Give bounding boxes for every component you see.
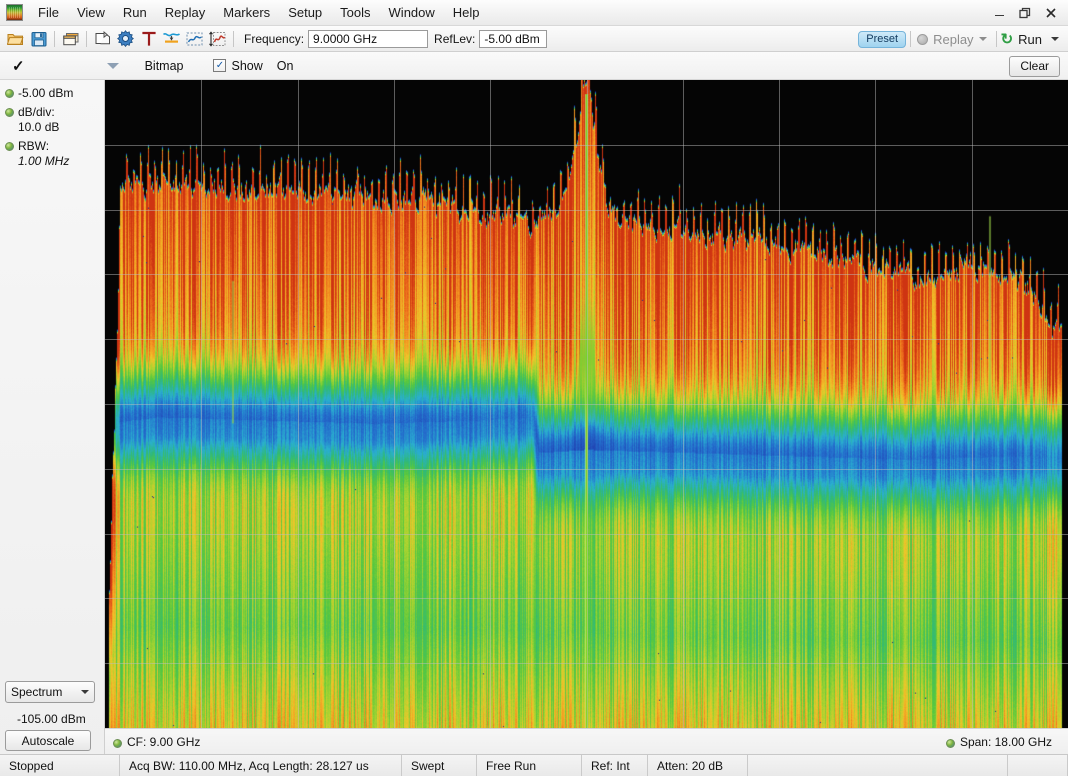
frequency-label: Frequency: (244, 32, 304, 46)
rbw-label: RBW: (18, 139, 49, 153)
plot-footer: CF: 9.00 GHz Span: 18.00 GHz (105, 728, 1068, 754)
span-label: Span: 18.00 GHz (960, 735, 1052, 749)
menu-item-tools[interactable]: Tools (331, 2, 379, 24)
status-spare-right (1008, 755, 1068, 776)
toolbar-separator (996, 31, 997, 47)
rbw-value: 1.00 MHz (18, 154, 69, 168)
menu-item-replay[interactable]: Replay (156, 2, 214, 24)
status-reference: Ref: Int (582, 755, 648, 776)
restore-button[interactable] (1012, 2, 1038, 24)
spectrogram-canvas[interactable] (105, 80, 1068, 728)
min-level-label: -105.00 dBm (17, 712, 100, 726)
text-marker-icon[interactable] (138, 28, 159, 49)
status-bar: Stopped Acq BW: 110.00 MHz, Acq Length: … (0, 754, 1068, 776)
status-run-state: Stopped (0, 755, 120, 776)
status-attenuation: Atten: 20 dB (648, 755, 748, 776)
save-disk-icon[interactable] (28, 28, 49, 49)
status-sweep-mode: Swept (402, 755, 477, 776)
frequency-input[interactable] (308, 30, 428, 48)
marker-bullet-icon (5, 142, 14, 151)
marker-bullet-icon (946, 739, 955, 748)
chevron-down-icon (81, 690, 89, 694)
span-readout[interactable]: Span: 18.00 GHz (946, 735, 1052, 749)
replay-control[interactable]: Replay (917, 32, 973, 47)
toolbar-separator (910, 31, 911, 47)
rbw-row[interactable]: RBW: 1.00 MHz (0, 137, 104, 171)
reflevel-row[interactable]: -5.00 dBm (0, 80, 104, 103)
display-options-bar: ✓ Bitmap ✓ Show On Clear (0, 52, 1068, 80)
settings-gear-icon[interactable] (115, 28, 136, 49)
copy-paste-icon[interactable] (92, 28, 113, 49)
show-checkbox[interactable]: ✓ (213, 59, 226, 72)
menu-item-markers[interactable]: Markers (214, 2, 279, 24)
status-trigger-mode: Free Run (477, 755, 582, 776)
db-per-div-value: 10.0 dB (18, 120, 59, 134)
window-tile-icon[interactable] (60, 28, 81, 49)
menu-item-help[interactable]: Help (444, 2, 489, 24)
run-refresh-icon: ↻ (1001, 32, 1014, 47)
run-label: Run (1018, 32, 1042, 47)
menu-item-file[interactable]: File (29, 2, 68, 24)
db-per-div-row[interactable]: dB/div: 10.0 dB (0, 103, 104, 137)
bitmap-label: Bitmap (145, 59, 184, 73)
center-frequency-readout[interactable]: CF: 9.00 GHz (113, 735, 200, 749)
spectrum-analyzer-window: File View Run Replay Markers Setup Tools… (0, 0, 1068, 776)
left-scale-panel: -5.00 dBm dB/div: 10.0 dB RBW: 1.00 MHz … (0, 80, 105, 754)
window-controls (986, 0, 1064, 26)
close-button[interactable] (1038, 2, 1064, 24)
status-spare (748, 755, 1008, 776)
autoscale-vertical-icon[interactable] (207, 28, 228, 49)
db-per-div-label: dB/div: (18, 105, 55, 119)
replay-dropdown-caret-icon[interactable] (979, 37, 987, 41)
open-folder-icon[interactable] (5, 28, 26, 49)
menu-item-setup[interactable]: Setup (279, 2, 331, 24)
toolbar-separator (233, 31, 234, 47)
on-label: On (277, 59, 294, 73)
reflev-input[interactable] (479, 30, 547, 48)
spectrogram-plot[interactable] (105, 80, 1068, 728)
run-control[interactable]: ↻ Run (1001, 32, 1042, 47)
app-icon (6, 4, 23, 21)
marker-bullet-icon (5, 108, 14, 117)
center-frequency-label: CF: 9.00 GHz (127, 735, 200, 749)
clear-button[interactable]: Clear (1009, 56, 1060, 77)
main-content-row: -5.00 dBm dB/div: 10.0 dB RBW: 1.00 MHz … (0, 80, 1068, 754)
reflev-label: RefLev: (434, 32, 475, 46)
marker-bullet-icon (5, 89, 14, 98)
autoscale-button[interactable]: Autoscale (5, 730, 91, 751)
marker-bullet-icon (113, 739, 122, 748)
enabled-check-icon[interactable]: ✓ (12, 57, 25, 75)
toolbar-separator (86, 31, 87, 47)
toolbar-right-group: Preset Replay ↻ Run (858, 26, 1062, 52)
peak-marker-icon[interactable] (161, 28, 182, 49)
left-panel-bottom: Spectrum -105.00 dBm Autoscale (0, 681, 105, 754)
status-acquisition: Acq BW: 110.00 MHz, Acq Length: 28.127 u… (120, 755, 402, 776)
menu-item-window[interactable]: Window (380, 2, 444, 24)
main-toolbar: Frequency: RefLev: Preset Replay ↻ Run (0, 26, 1068, 52)
trace-select-icon[interactable] (184, 28, 205, 49)
measurement-select-value: Spectrum (11, 685, 62, 699)
menu-item-view[interactable]: View (68, 2, 114, 24)
menu-item-run[interactable]: Run (114, 2, 156, 24)
toolbar-separator (54, 31, 55, 47)
measurement-select[interactable]: Spectrum (5, 681, 95, 703)
replay-label: Replay (933, 32, 973, 47)
preset-button[interactable]: Preset (858, 31, 906, 48)
menu-bar: File View Run Replay Markers Setup Tools… (0, 0, 1068, 26)
plot-area-wrapper: CF: 9.00 GHz Span: 18.00 GHz (105, 80, 1068, 754)
replay-status-icon (917, 34, 928, 45)
reflevel-value: -5.00 dBm (18, 86, 73, 101)
run-dropdown-caret-icon[interactable] (1051, 37, 1059, 41)
show-label: Show (231, 59, 262, 73)
minimize-button[interactable] (986, 2, 1012, 24)
chevron-down-icon[interactable] (107, 63, 119, 69)
